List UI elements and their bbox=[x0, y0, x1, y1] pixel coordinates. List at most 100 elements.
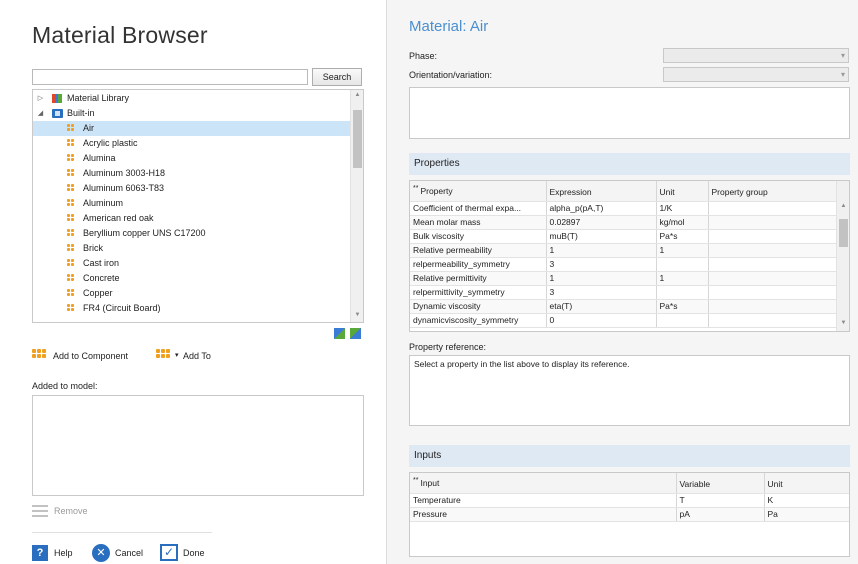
column-header-unit[interactable]: Unit bbox=[656, 181, 709, 202]
table-row[interactable]: Bulk viscosity muB(T) Pa*s bbox=[410, 229, 839, 244]
tree-item-material[interactable]: Copper bbox=[33, 286, 351, 301]
table-row[interactable]: relpermeability_symmetry 3 bbox=[410, 257, 839, 272]
add-to-button[interactable]: ▾ Add To bbox=[156, 349, 224, 363]
scroll-down-icon[interactable]: ▼ bbox=[351, 312, 363, 318]
tree-view-toggles bbox=[334, 328, 364, 340]
column-header-property-group[interactable]: Property group bbox=[708, 181, 839, 202]
properties-section-header[interactable]: Properties bbox=[409, 153, 850, 175]
tree-item-material[interactable]: American red oak bbox=[33, 211, 351, 226]
scroll-up-icon[interactable]: ▲ bbox=[837, 203, 849, 209]
search-input[interactable] bbox=[32, 69, 308, 85]
table-row[interactable]: dynamicviscosity_symmetry 0 bbox=[410, 313, 839, 328]
tree-item-material[interactable]: Aluminum bbox=[33, 196, 351, 211]
column-label: Input bbox=[420, 477, 440, 488]
cell: 0 bbox=[546, 313, 657, 328]
add-to-component-button[interactable]: Add to Component bbox=[32, 349, 146, 363]
property-reference-box: Select a property in the list above to d… bbox=[409, 355, 850, 426]
add-to-component-label: Add to Component bbox=[53, 351, 129, 361]
cell bbox=[708, 257, 839, 272]
tree-item-label: Aluminum bbox=[83, 198, 124, 208]
cell: 1 bbox=[546, 243, 657, 258]
tree-scrollbar[interactable]: ▲ ▼ bbox=[350, 90, 363, 322]
cell: muB(T) bbox=[546, 229, 657, 244]
sort-icon: ** bbox=[413, 476, 419, 484]
tree-item-material-library[interactable]: ▷ Material Library bbox=[33, 91, 351, 106]
material-icon bbox=[67, 244, 77, 253]
added-to-model-list[interactable] bbox=[32, 395, 364, 496]
expand-all-icon[interactable] bbox=[350, 328, 361, 339]
table-row[interactable]: Coefficient of thermal expa... alpha_p(pA… bbox=[410, 201, 839, 216]
table-row[interactable]: Pressure pA Pa bbox=[410, 507, 849, 522]
tree-item-material[interactable]: Beryllium copper UNS C17200 bbox=[33, 226, 351, 241]
cell: alpha_p(pA,T) bbox=[546, 201, 657, 216]
column-header-expression[interactable]: Expression bbox=[546, 181, 657, 202]
tree-item-label: Material Library bbox=[67, 93, 130, 103]
cell: Pressure bbox=[410, 507, 677, 522]
tree-item-label: Alumina bbox=[83, 153, 116, 163]
help-button[interactable]: ? Help bbox=[32, 543, 80, 563]
tree-item-label: Acrylic plastic bbox=[83, 138, 138, 148]
tree-item-material[interactable]: Cast iron bbox=[33, 256, 351, 271]
add-material-icon bbox=[156, 349, 172, 361]
column-header-unit[interactable]: Unit bbox=[764, 473, 849, 494]
material-title: Material: Air bbox=[409, 18, 489, 35]
property-reference-label: Property reference: bbox=[409, 342, 487, 352]
cancel-label: Cancel bbox=[115, 548, 144, 558]
cell: 1/K bbox=[656, 201, 709, 216]
column-header-variable[interactable]: Variable bbox=[676, 473, 765, 494]
sort-icon: ** bbox=[413, 184, 419, 192]
phase-select[interactable] bbox=[663, 48, 849, 63]
remove-button[interactable]: Remove bbox=[32, 503, 102, 519]
tree-item-material[interactable]: FR4 (Circuit Board) bbox=[33, 301, 351, 316]
material-icon bbox=[67, 139, 77, 148]
table-row[interactable]: Mean molar mass 0.02897 kg/mol bbox=[410, 215, 839, 230]
orientation-select[interactable] bbox=[663, 67, 849, 82]
collapse-icon[interactable]: ◢ bbox=[36, 106, 45, 121]
done-button[interactable]: ✓ Done bbox=[160, 543, 212, 563]
scroll-down-icon[interactable]: ▼ bbox=[837, 320, 849, 326]
expand-icon[interactable]: ▷ bbox=[36, 91, 45, 106]
material-icon bbox=[67, 214, 77, 223]
cell: Temperature bbox=[410, 493, 677, 508]
collapse-all-icon[interactable] bbox=[334, 328, 345, 339]
tree-item-material[interactable]: Brick bbox=[33, 241, 351, 256]
tree-item-material[interactable]: Alumina bbox=[33, 151, 351, 166]
column-header-input[interactable]: ** Input bbox=[410, 473, 677, 494]
table-row[interactable]: Dynamic viscosity eta(T) Pa*s bbox=[410, 299, 839, 314]
tree-item-material[interactable]: Aluminum 3003-H18 bbox=[33, 166, 351, 181]
inputs-table[interactable]: ** Input Variable Unit Temperature T K Pres… bbox=[409, 472, 850, 528]
built-in-icon bbox=[52, 109, 63, 118]
phase-label: Phase: bbox=[409, 51, 438, 61]
material-details-panel: Material: Air Phase: Orientation/variati… bbox=[387, 0, 858, 564]
table-row[interactable]: Relative permeability 1 1 bbox=[410, 243, 839, 258]
cell: Dynamic viscosity bbox=[410, 299, 547, 314]
table-row[interactable]: Temperature T K bbox=[410, 493, 849, 508]
search-button[interactable]: Search bbox=[312, 68, 362, 86]
properties-table[interactable]: ** Property Expression Unit Property grou… bbox=[409, 180, 850, 332]
cell: relpermeability_symmetry bbox=[410, 257, 547, 272]
tree-item-material[interactable]: Aluminum 6063-T83 bbox=[33, 181, 351, 196]
cancel-button[interactable]: ✕ Cancel bbox=[92, 543, 152, 563]
material-icon bbox=[67, 229, 77, 238]
tree-item-material[interactable]: Concrete bbox=[33, 271, 351, 286]
cell bbox=[656, 313, 709, 328]
tree-item-air[interactable]: Air bbox=[33, 121, 351, 136]
tree-item-label: Beryllium copper UNS C17200 bbox=[83, 228, 206, 238]
tree-item-material[interactable]: Acrylic plastic bbox=[33, 136, 351, 151]
table-row[interactable]: relpermittivity_symmetry 3 bbox=[410, 285, 839, 300]
properties-scrollbar[interactable]: ▲ ▼ bbox=[836, 181, 849, 331]
cell bbox=[708, 229, 839, 244]
material-tree[interactable]: ▷ Material Library ◢ Built-in Air Acryli… bbox=[32, 89, 364, 323]
cell: kg/mol bbox=[656, 215, 709, 230]
tree-item-built-in[interactable]: ◢ Built-in bbox=[33, 106, 351, 121]
scroll-up-icon[interactable]: ▲ bbox=[351, 92, 363, 98]
scrollbar-thumb[interactable] bbox=[839, 219, 848, 247]
cell bbox=[656, 285, 709, 300]
scrollbar-thumb[interactable] bbox=[353, 110, 362, 168]
table-row[interactable]: Relative permittivity 1 1 bbox=[410, 271, 839, 286]
help-icon: ? bbox=[32, 545, 48, 561]
column-header-property[interactable]: ** Property bbox=[410, 181, 547, 202]
cell: relpermittivity_symmetry bbox=[410, 285, 547, 300]
inputs-section-header[interactable]: Inputs bbox=[409, 445, 850, 467]
cell bbox=[708, 201, 839, 216]
